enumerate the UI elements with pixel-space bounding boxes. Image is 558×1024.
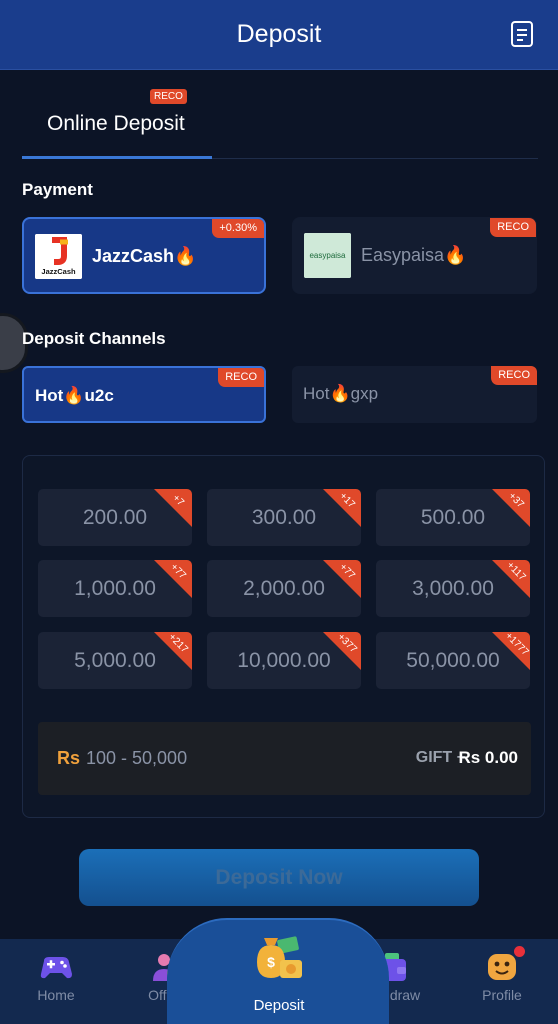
amount-input[interactable]: Rs 100 - 50,000 GIFT + Rs 0.00 (38, 722, 531, 795)
svg-text:JazzCash: JazzCash (41, 267, 76, 276)
easypaisa-logo: easypaisa (304, 233, 351, 278)
reco-badge: RECO (218, 368, 264, 387)
amount-range: 100 - 50,000 (86, 748, 188, 768)
page-title: Deposit (236, 20, 322, 48)
nav-label: Deposit (253, 997, 305, 1014)
channel-name: Hot🔥u2c (35, 386, 114, 405)
tab-underline (22, 156, 212, 159)
amount-option[interactable]: 300.00 +17 (207, 489, 361, 546)
channel-name: Hot🔥gxp (303, 384, 379, 403)
reco-badge: RECO (491, 366, 537, 385)
bonus-badge: +0.30% (212, 219, 264, 238)
deposit-tabs: RECO Online Deposit (22, 70, 538, 160)
amount-option[interactable]: 1,000.00 +77 (38, 560, 192, 617)
gift-value: Rs 0.00 (458, 748, 518, 767)
tab-online-deposit[interactable]: RECO Online Deposit (22, 70, 212, 160)
document-icon[interactable] (510, 20, 534, 48)
amount-panel: 200.00 +7 300.00 +17 500.00 +37 1,000.00… (22, 455, 545, 818)
reco-badge: RECO (150, 89, 187, 104)
gamepad-icon (40, 957, 72, 979)
amount-option[interactable]: 10,000.00 +377 (207, 632, 361, 689)
amount-option[interactable]: 3,000.00 +117 (376, 560, 530, 617)
channel-u2c[interactable]: Hot🔥u2c RECO (22, 366, 266, 423)
currency-label: Rs (57, 748, 81, 768)
tab-label: Online Deposit (47, 112, 185, 135)
payment-easypaisa[interactable]: easypaisa Easypaisa🔥 RECO (292, 217, 537, 294)
money-bag-icon: $ (257, 936, 302, 978)
amount-option[interactable]: 2,000.00 +77 (207, 560, 361, 617)
divider (212, 158, 538, 159)
channels-title: Deposit Channels (22, 329, 166, 348)
channel-gxp[interactable]: Hot🔥gxp RECO (292, 366, 537, 423)
amount-option[interactable]: 200.00 +7 (38, 489, 192, 546)
payment-name: JazzCash🔥 (92, 246, 197, 266)
notification-dot (514, 946, 525, 957)
payment-name: Easypaisa🔥 (361, 245, 467, 265)
amount-option[interactable]: 5,000.00 +217 (38, 632, 192, 689)
amount-option[interactable]: 50,000.00 +1777 (376, 632, 530, 689)
jazzcash-logo: JazzCash (35, 234, 82, 279)
payment-title: Payment (22, 180, 93, 199)
amount-option[interactable]: 500.00 +37 (376, 489, 530, 546)
payment-jazzcash[interactable]: JazzCash JazzCash🔥 +0.30% (22, 217, 266, 294)
svg-text:easypaisa: easypaisa (309, 251, 346, 260)
svg-text:$: $ (267, 954, 275, 970)
reco-badge: RECO (490, 218, 536, 237)
header: Deposit (0, 0, 558, 70)
deposit-now-button[interactable]: Deposit Now (79, 849, 479, 906)
